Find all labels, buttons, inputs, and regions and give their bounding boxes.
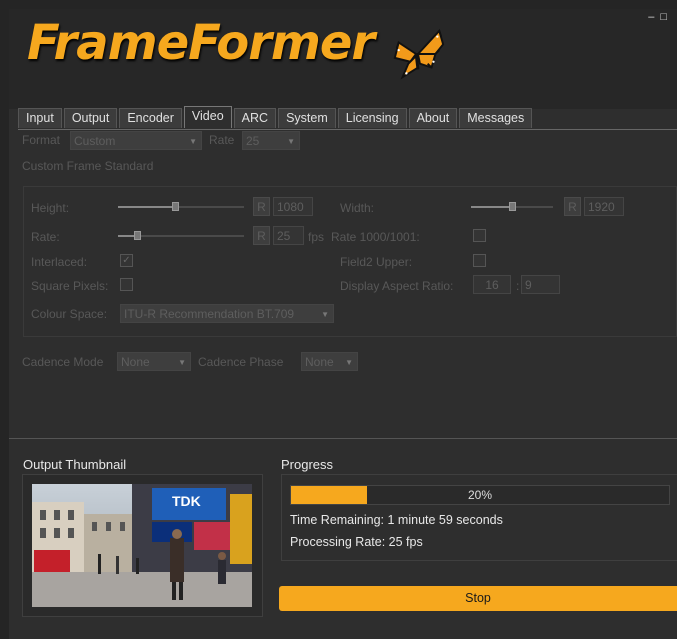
fps-unit-label: fps — [308, 230, 325, 244]
height-field[interactable]: 1080 — [273, 197, 313, 216]
time-remaining-label: Time Remaining: — [290, 513, 385, 527]
custom-frame-standard-group: Height: R 1080 Width: R 1920 Rate: R 25 … — [23, 186, 677, 337]
height-slider[interactable] — [118, 202, 244, 212]
interlaced-label: Interlaced: — [31, 255, 88, 269]
time-remaining-row: Time Remaining: 1 minute 59 seconds — [290, 513, 503, 527]
height-reset-button[interactable]: R — [253, 197, 270, 216]
maximize-button[interactable]: □ — [660, 11, 673, 23]
width-field[interactable]: 1920 — [584, 197, 624, 216]
format-select[interactable]: Custom ▼ — [70, 131, 202, 150]
window-controls: –□ — [648, 11, 673, 23]
processing-rate-row: Processing Rate: 25 fps — [290, 535, 423, 549]
tab-output[interactable]: Output — [63, 108, 118, 128]
tab-input[interactable]: Input — [18, 108, 62, 128]
dar-width-field[interactable]: 16 — [473, 275, 511, 294]
rate-select-value: 25 — [246, 134, 260, 148]
title-bar: FrameFormer –□ — [9, 9, 677, 109]
height-label: Height: — [31, 201, 70, 215]
custom-frame-standard-label: Custom Frame Standard — [22, 159, 154, 173]
output-thumbnail-frame: TDK — [22, 474, 263, 617]
progress-percent-text: 20% — [467, 488, 493, 502]
cadence-mode-select[interactable]: None ▼ — [117, 352, 191, 371]
field2-upper-checkbox[interactable] — [473, 254, 486, 267]
format-select-value: Custom — [74, 134, 116, 148]
square-pixels-checkbox[interactable] — [120, 278, 133, 291]
app-window: FrameFormer –□ Input Output Encoder Vide… — [9, 9, 677, 639]
progress-title: Progress — [281, 457, 334, 472]
colour-space-label: Colour Space: — [31, 307, 108, 321]
dar-separator: : — [516, 279, 520, 293]
cadence-phase-select[interactable]: None ▼ — [301, 352, 358, 371]
colour-space-select-value: ITU-R Recommendation BT.709 — [124, 307, 295, 321]
rate-reset-button[interactable]: R — [253, 226, 270, 245]
tab-encoder[interactable]: Encoder — [119, 108, 182, 128]
minimize-button[interactable]: – — [648, 11, 660, 23]
chevron-down-icon: ▼ — [178, 358, 186, 367]
width-reset-button[interactable]: R — [564, 197, 581, 216]
rate-slider[interactable] — [118, 231, 244, 241]
rate-field[interactable]: 25 — [273, 226, 304, 245]
processing-rate-label: Processing Rate: — [290, 535, 386, 549]
tab-video[interactable]: Video — [183, 106, 232, 128]
rate-label: Rate — [209, 133, 235, 147]
cadence-mode-label: Cadence Mode — [22, 355, 104, 369]
progress-panel: 20% Time Remaining: 1 minute 59 seconds … — [281, 474, 677, 561]
time-remaining-value: 1 minute 59 seconds — [387, 513, 503, 527]
tab-bar: Input Output Encoder Video ARC System Li… — [18, 106, 534, 129]
slider-handle[interactable] — [171, 202, 179, 211]
rate-1001-checkbox[interactable] — [473, 229, 486, 242]
dar-height-field[interactable]: 9 — [521, 275, 560, 294]
chevron-down-icon: ▼ — [287, 137, 295, 146]
field2-upper-label: Field2 Upper: — [340, 255, 413, 269]
display-aspect-ratio-label: Display Aspect Ratio: — [340, 279, 454, 293]
butterfly-logo-icon — [393, 28, 445, 80]
tab-licensing[interactable]: Licensing — [337, 108, 407, 128]
output-thumbnail-image: TDK — [32, 484, 252, 607]
processing-rate-value: 25 fps — [388, 535, 423, 549]
slider-handle[interactable] — [133, 231, 141, 240]
tab-about[interactable]: About — [408, 108, 458, 128]
interlaced-checkbox[interactable]: ✓ — [120, 254, 133, 267]
colour-space-select[interactable]: ITU-R Recommendation BT.709 ▼ — [120, 304, 334, 323]
rate-row-label: Rate: — [31, 230, 60, 244]
tab-arc[interactable]: ARC — [233, 108, 277, 128]
app-logo-text: FrameFormer — [27, 15, 375, 71]
chevron-down-icon: ▼ — [345, 358, 353, 367]
cadence-phase-select-value: None — [305, 355, 334, 369]
cadence-phase-label: Cadence Phase — [198, 355, 284, 369]
cadence-mode-select-value: None — [121, 355, 150, 369]
slider-handle[interactable] — [509, 202, 516, 211]
width-label: Width: — [340, 201, 375, 215]
tab-system[interactable]: System — [278, 108, 336, 128]
width-slider[interactable] — [471, 202, 553, 212]
output-thumbnail-title: Output Thumbnail — [23, 457, 127, 472]
billboard-text: TDK — [172, 493, 201, 509]
chevron-down-icon: ▼ — [189, 137, 197, 146]
panel-divider — [9, 438, 677, 439]
square-pixels-label: Square Pixels: — [31, 279, 109, 293]
chevron-down-icon: ▼ — [321, 310, 329, 319]
rate-select[interactable]: 25 ▼ — [242, 131, 300, 150]
stop-button[interactable]: Stop — [279, 586, 677, 611]
progress-bar: 20% — [290, 485, 670, 505]
format-label: Format — [22, 133, 61, 147]
video-tab-panel: Format Custom ▼ Rate 25 ▼ Custom Frame Sta… — [18, 129, 677, 439]
tab-messages[interactable]: Messages — [459, 108, 533, 128]
rate-1001-label: Rate 1000/1001: — [331, 230, 420, 244]
